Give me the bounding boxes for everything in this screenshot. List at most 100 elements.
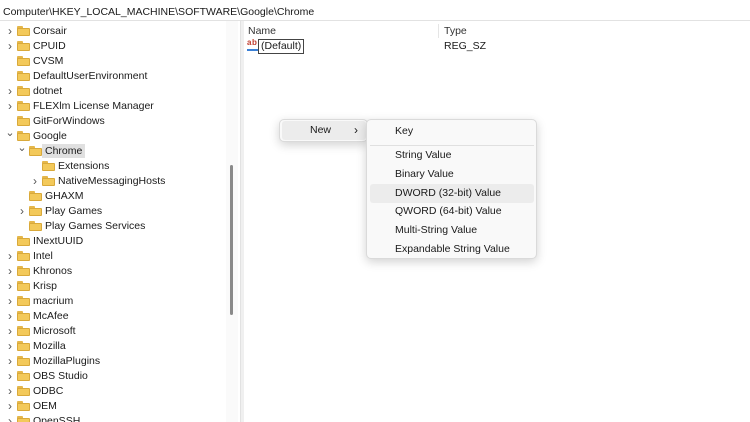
menu-item-key[interactable]: Key: [370, 122, 534, 141]
folder-icon: [17, 326, 30, 336]
tree-item[interactable]: ⌄ Google: [0, 125, 232, 143]
menu-item-value-type[interactable]: Binary Value: [370, 165, 534, 184]
tree-scrollbar-thumb[interactable]: [230, 165, 233, 315]
tree-item[interactable]: GitForWindows: [0, 113, 232, 128]
chevron-right-icon[interactable]: ›: [6, 413, 14, 422]
tree-item-label: OEM: [33, 399, 57, 412]
tree-item-label: Microsoft: [33, 324, 76, 337]
folder-icon: [17, 251, 30, 261]
folder-icon: [29, 221, 42, 231]
tree-item-label: McAfee: [33, 309, 69, 322]
tree-item[interactable]: › Krisp: [0, 278, 232, 293]
menu-item-value-type[interactable]: String Value: [370, 146, 534, 165]
tree-item-label: MozillaPlugins: [33, 354, 101, 367]
tree-item-label: GHAXM: [45, 189, 84, 202]
tree-item-label: Extensions: [58, 159, 110, 172]
tree-item[interactable]: › ODBC: [0, 383, 232, 398]
chevron-right-icon[interactable]: ›: [6, 23, 14, 38]
chevron-right-icon[interactable]: ›: [6, 323, 14, 338]
chevron-right-icon[interactable]: ›: [6, 38, 14, 53]
column-header-name[interactable]: Name: [248, 25, 276, 39]
chevron-right-icon[interactable]: ›: [6, 308, 14, 323]
chevron-right-icon[interactable]: ›: [6, 368, 14, 383]
tree-item[interactable]: › NativeMessagingHosts: [0, 173, 232, 188]
tree-item-label: Krisp: [33, 279, 57, 292]
value-type: REG_SZ: [444, 40, 487, 52]
tree-item-label: ODBC: [33, 384, 64, 397]
tree-item[interactable]: ⌄ Chrome: [0, 140, 232, 158]
registry-tree[interactable]: › Corsair › CPUID CVSM DefaultUserEnvironment…: [0, 21, 238, 422]
context-menu: New ›: [279, 119, 368, 142]
folder-icon: [29, 191, 42, 201]
tree-item-label: OBS Studio: [33, 369, 88, 382]
folder-icon: [17, 371, 30, 381]
tree-item[interactable]: › OpenSSH: [0, 413, 232, 422]
chevron-right-icon[interactable]: ›: [6, 83, 14, 98]
chevron-down-icon[interactable]: ⌄: [5, 125, 14, 140]
chevron-right-icon[interactable]: ›: [6, 293, 14, 308]
chevron-right-icon[interactable]: ›: [6, 398, 14, 413]
folder-icon: [17, 56, 30, 66]
tree-item-label: FLEXlm License Manager: [33, 99, 154, 112]
tree-item-label: Intel: [33, 249, 53, 262]
tree-item[interactable]: › Play Games: [0, 203, 232, 218]
tree-item[interactable]: INextUUID: [0, 233, 232, 248]
tree-item[interactable]: › MozillaPlugins: [0, 353, 232, 368]
tree-item[interactable]: DefaultUserEnvironment: [0, 68, 232, 83]
folder-icon: [29, 206, 42, 216]
value-row[interactable]: ab (Default) REG_SZ: [244, 38, 744, 55]
folder-icon: [17, 311, 30, 321]
tree-item[interactable]: › Intel: [0, 248, 232, 263]
chevron-right-icon[interactable]: ›: [6, 263, 14, 278]
chevron-right-icon[interactable]: ›: [6, 248, 14, 263]
chevron-right-icon[interactable]: ›: [6, 98, 14, 113]
tree-item[interactable]: › CPUID: [0, 38, 232, 53]
chevron-right-icon[interactable]: ›: [6, 338, 14, 353]
tree-item[interactable]: › dotnet: [0, 83, 232, 98]
folder-icon: [17, 386, 30, 396]
tree-item[interactable]: › OEM: [0, 398, 232, 413]
folder-icon: [17, 341, 30, 351]
folder-icon: [17, 281, 30, 291]
folder-icon: [17, 266, 30, 276]
tree-item-label: Mozilla: [33, 339, 66, 352]
menu-item-value-type[interactable]: DWORD (32-bit) Value: [370, 183, 534, 203]
tree-item[interactable]: › FLEXlm License Manager: [0, 98, 232, 113]
tree-item[interactable]: Extensions: [0, 158, 232, 173]
tree-item-label: dotnet: [33, 84, 63, 97]
tree-item-label: NativeMessagingHosts: [58, 174, 166, 187]
folder-icon: [17, 401, 30, 411]
tree-item-label: Play Games Services: [45, 219, 146, 232]
tree-item-label: DefaultUserEnvironment: [33, 69, 148, 82]
tree-item[interactable]: › macrium: [0, 293, 232, 308]
tree-item[interactable]: › Microsoft: [0, 323, 232, 338]
tree-item[interactable]: CVSM: [0, 53, 232, 68]
menu-item-value-type[interactable]: Multi-String Value: [370, 221, 534, 240]
column-divider[interactable]: [438, 24, 439, 38]
chevron-right-icon[interactable]: ›: [18, 203, 26, 218]
chevron-right-icon[interactable]: ›: [6, 383, 14, 398]
tree-item[interactable]: › OBS Studio: [0, 368, 232, 383]
menu-item-value-type[interactable]: Expandable String Value: [370, 240, 534, 259]
tree-item-label: Chrome: [42, 143, 86, 158]
chevron-right-icon[interactable]: ›: [6, 353, 14, 368]
menu-item-new[interactable]: New ›: [282, 121, 366, 140]
column-header-type[interactable]: Type: [444, 25, 467, 39]
value-name[interactable]: (Default): [258, 39, 305, 54]
chevron-right-icon[interactable]: ›: [31, 173, 39, 188]
chevron-right-icon[interactable]: ›: [6, 278, 14, 293]
folder-icon: [17, 116, 30, 126]
new-submenu: Key String Value Binary Value DWORD (32-bi…: [366, 119, 537, 259]
folder-icon: [17, 416, 30, 422]
tree-item[interactable]: Play Games Services: [0, 218, 232, 233]
tree-item-label: macrium: [33, 294, 74, 307]
tree-item[interactable]: › Mozilla: [0, 338, 232, 353]
chevron-down-icon[interactable]: ⌄: [17, 140, 26, 155]
tree-item[interactable]: › McAfee: [0, 308, 232, 323]
tree-item[interactable]: GHAXM: [0, 188, 232, 203]
tree-item[interactable]: › Khronos: [0, 263, 232, 278]
menu-item-value-type[interactable]: QWORD (64-bit) Value: [370, 202, 534, 221]
address-bar[interactable]: Computer\HKEY_LOCAL_MACHINE\SOFTWARE\Goo…: [0, 0, 750, 21]
tree-item[interactable]: › Corsair: [0, 23, 232, 38]
tree-item-label: CVSM: [33, 54, 64, 67]
